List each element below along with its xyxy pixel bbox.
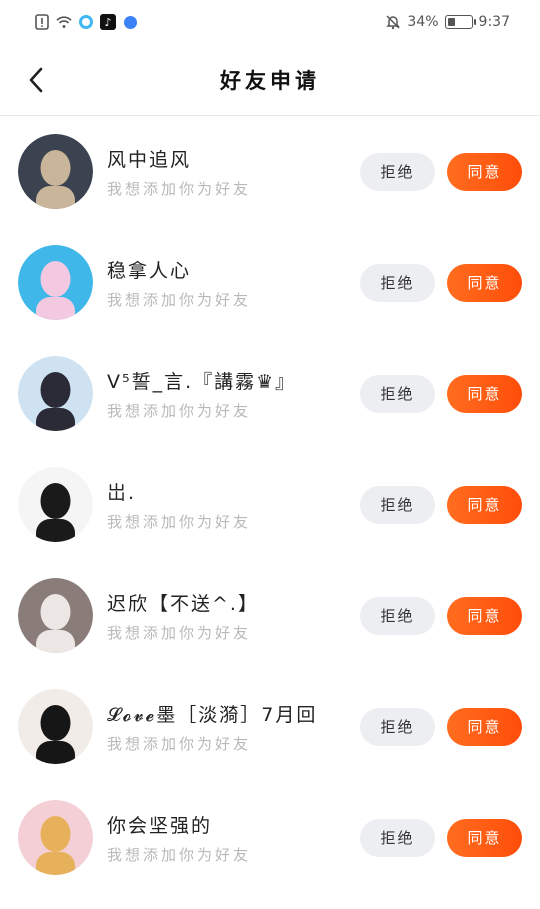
status-bar: ♪ 34% 9:37	[0, 0, 540, 44]
reject-button[interactable]: 拒绝	[360, 596, 435, 635]
tiktok-icon: ♪	[100, 14, 116, 30]
friend-request-row: 你会坚强的 我想添加你为好友 拒绝 同意	[0, 782, 540, 893]
avatar[interactable]	[18, 245, 93, 320]
avatar[interactable]	[18, 689, 93, 764]
globe-icon	[122, 14, 138, 30]
avatar[interactable]	[18, 578, 93, 653]
friend-request-list: 风中追风 我想添加你为好友 拒绝 同意 稳拿人心 我想添加你为好友 拒绝 同意 …	[0, 116, 540, 893]
avatar[interactable]	[18, 134, 93, 209]
app-ring-icon	[78, 14, 94, 30]
reject-button[interactable]: 拒绝	[360, 485, 435, 524]
accept-button[interactable]: 同意	[447, 374, 522, 413]
accept-button[interactable]: 同意	[447, 596, 522, 635]
reject-button[interactable]: 拒绝	[360, 152, 435, 191]
friend-request-row: 稳拿人心 我想添加你为好友 拒绝 同意	[0, 227, 540, 338]
accept-button[interactable]: 同意	[447, 485, 522, 524]
friend-request-row: 迟欣【不送^.】 我想添加你为好友 拒绝 同意	[0, 560, 540, 671]
nav-bar: 好友申请	[0, 44, 540, 116]
friend-request-row: 风中追风 我想添加你为好友 拒绝 同意	[0, 116, 540, 227]
friend-request-row: 𝓛𝓸𝓿𝓮墨［淡漪］7月回 我想添加你为好友 拒绝 同意	[0, 671, 540, 782]
chevron-left-icon	[29, 67, 43, 93]
friend-request-row: 岀. 我想添加你为好友 拒绝 同意	[0, 449, 540, 560]
avatar[interactable]	[18, 356, 93, 431]
reject-button[interactable]: 拒绝	[360, 707, 435, 746]
request-actions: 拒绝 同意	[360, 818, 522, 857]
request-actions: 拒绝 同意	[360, 596, 522, 635]
request-actions: 拒绝 同意	[360, 263, 522, 302]
request-actions: 拒绝 同意	[360, 152, 522, 191]
reject-button[interactable]: 拒绝	[360, 263, 435, 302]
bell-off-icon	[385, 14, 401, 30]
avatar[interactable]	[18, 800, 93, 875]
wifi-icon	[56, 14, 72, 30]
battery-percent: 34%	[407, 14, 439, 30]
clock-time: 9:37	[478, 14, 510, 30]
avatar[interactable]	[18, 467, 93, 542]
back-button[interactable]	[18, 62, 54, 98]
request-actions: 拒绝 同意	[360, 485, 522, 524]
accept-button[interactable]: 同意	[447, 818, 522, 857]
reject-button[interactable]: 拒绝	[360, 374, 435, 413]
friend-request-row: V⁵誓_言.『講霧♛』 我想添加你为好友 拒绝 同意	[0, 338, 540, 449]
reject-button[interactable]: 拒绝	[360, 818, 435, 857]
status-right-group: 34% 9:37	[385, 14, 510, 30]
battery-icon	[444, 15, 476, 29]
status-left-group: ♪	[34, 14, 138, 30]
request-actions: 拒绝 同意	[360, 707, 522, 746]
accept-button[interactable]: 同意	[447, 707, 522, 746]
request-actions: 拒绝 同意	[360, 374, 522, 413]
accept-button[interactable]: 同意	[447, 152, 522, 191]
accept-button[interactable]: 同意	[447, 263, 522, 302]
page-title: 好友申请	[220, 68, 320, 93]
alert-icon	[34, 14, 50, 30]
